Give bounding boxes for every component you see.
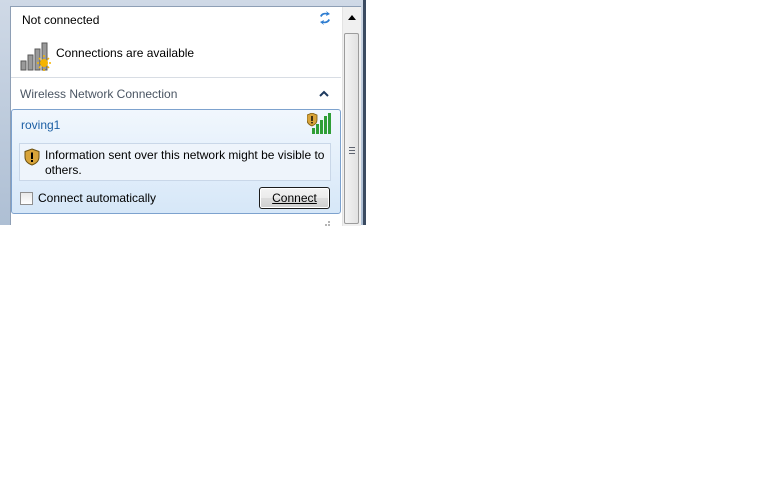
chevron-up-icon[interactable]: [319, 90, 329, 98]
network-item-roving1[interactable]: roving1 Information sent over this netwo…: [11, 109, 341, 214]
network-status-icon: [20, 42, 51, 71]
caret-up-icon: [347, 14, 356, 20]
connect-automatically-label[interactable]: Connect automatically: [38, 191, 156, 205]
resize-grip-icon[interactable]: [323, 221, 331, 226]
connect-automatically-checkbox[interactable]: [20, 192, 33, 205]
security-warning-box: Information sent over this network might…: [19, 143, 331, 181]
network-list-panel: Not connected Connections are available …: [10, 6, 361, 226]
security-shield-icon: [24, 148, 40, 166]
section-header-wireless[interactable]: Wireless Network Connection: [20, 87, 177, 101]
network-flyout: Not connected Connections are available …: [0, 0, 366, 226]
wireless-signal-icon: [307, 113, 331, 134]
scrollbar-grip-icon: [349, 147, 355, 154]
security-warning-text: Information sent over this network might…: [45, 148, 325, 177]
vertical-scrollbar[interactable]: [342, 7, 361, 226]
connection-status-text: Connections are available: [56, 46, 195, 60]
scrollbar-thumb[interactable]: [344, 33, 359, 224]
connect-button[interactable]: Connect: [259, 187, 330, 209]
connection-status-title: Not connected: [22, 13, 100, 27]
scroll-up-arrow[interactable]: [344, 9, 359, 25]
divider: [11, 77, 341, 78]
network-name: roving1: [21, 118, 61, 132]
refresh-icon[interactable]: [317, 10, 333, 26]
connect-button-label: Connect: [272, 191, 317, 205]
flyout-border: [363, 0, 366, 225]
